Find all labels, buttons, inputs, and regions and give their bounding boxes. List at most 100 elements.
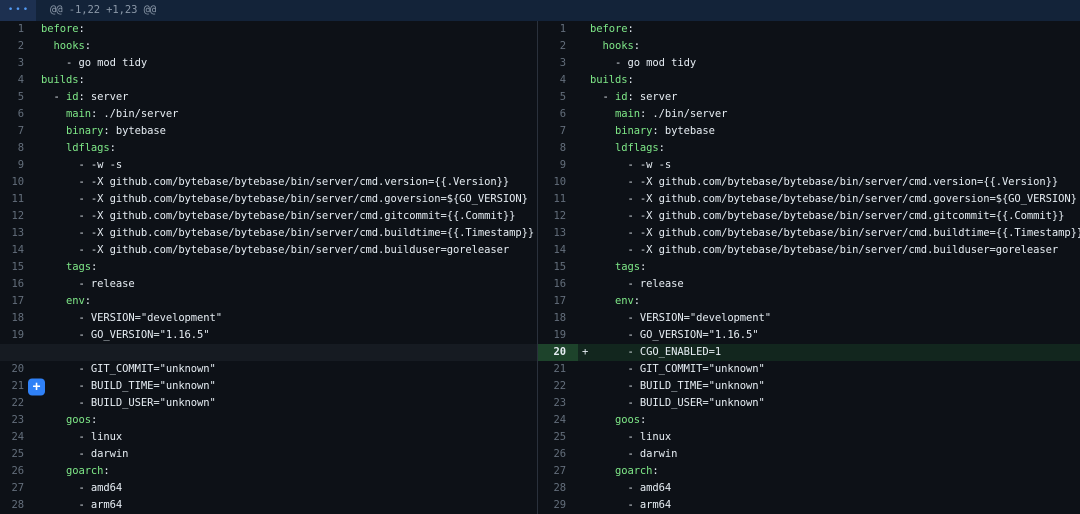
line-number[interactable]: 1 (538, 21, 578, 38)
code-text: : (627, 74, 633, 86)
line-number[interactable]: 25 (0, 446, 36, 463)
line-number[interactable]: 5 (538, 89, 578, 106)
add-comment-button[interactable]: + (28, 378, 45, 395)
line-number[interactable]: 24 (538, 412, 578, 429)
line-number[interactable]: 19 (0, 327, 36, 344)
code-text: - BUILD_USER="unknown" (41, 397, 216, 409)
line-number[interactable]: 18 (0, 310, 36, 327)
code-line: hooks: (578, 38, 1080, 55)
line-number[interactable]: 10 (538, 174, 578, 191)
line-number[interactable]: 15 (538, 259, 578, 276)
line-number[interactable]: 10 (0, 174, 36, 191)
expand-hunk-button[interactable]: ••• (0, 0, 36, 21)
line-number[interactable]: 2 (0, 38, 36, 55)
code-line: - darwin (36, 446, 537, 463)
code-line: - VERSION="development" (578, 310, 1080, 327)
code-line: - -X github.com/bytebase/bytebase/bin/se… (36, 242, 537, 259)
line-number[interactable]: 4 (0, 72, 36, 89)
line-number[interactable]: 22 (0, 395, 36, 412)
diff-row: 18 - VERSION="development" (538, 310, 1080, 327)
code-text: : bytebase (652, 125, 714, 137)
diff-row: 22 - BUILD_USER="unknown" (0, 395, 537, 412)
yaml-key: ldflags (615, 142, 659, 154)
line-number[interactable]: 13 (0, 225, 36, 242)
line-number[interactable]: 13 (538, 225, 578, 242)
line-number[interactable]: 28 (538, 480, 578, 497)
yaml-key: env (615, 295, 634, 307)
line-number[interactable]: 12 (538, 208, 578, 225)
line-number[interactable]: 2 (538, 38, 578, 55)
line-number[interactable]: 8 (0, 140, 36, 157)
line-number[interactable]: 27 (538, 463, 578, 480)
line-number[interactable]: 11 (0, 191, 36, 208)
code-line: - -w -s (36, 157, 537, 174)
line-number[interactable]: 22 (538, 378, 578, 395)
line-number[interactable]: 23 (538, 395, 578, 412)
diff-row: 11 - -X github.com/bytebase/bytebase/bin… (0, 191, 537, 208)
code-text: - -X github.com/bytebase/bytebase/bin/se… (41, 227, 534, 239)
code-line: main: ./bin/server (578, 106, 1080, 123)
diff-row: 14 - -X github.com/bytebase/bytebase/bin… (538, 242, 1080, 259)
code-line: - -X github.com/bytebase/bytebase/bin/se… (578, 174, 1080, 191)
line-number[interactable]: 21 (538, 361, 578, 378)
line-number[interactable]: 5 (0, 89, 36, 106)
line-number[interactable]: 18 (538, 310, 578, 327)
diff-row: 6 main: ./bin/server (0, 106, 537, 123)
code-line: - arm64 (578, 497, 1080, 514)
line-number[interactable]: 17 (0, 293, 36, 310)
code-text: : (91, 414, 97, 426)
line-number[interactable]: 23 (0, 412, 36, 429)
line-number[interactable]: 19 (538, 327, 578, 344)
code-line: - GIT_COMMIT="unknown" (578, 361, 1080, 378)
line-number[interactable]: 3 (538, 55, 578, 72)
line-number[interactable]: 15 (0, 259, 36, 276)
line-number[interactable]: 20 (0, 361, 36, 378)
line-number[interactable]: 6 (538, 106, 578, 123)
code-line: - BUILD_USER="unknown" (578, 395, 1080, 412)
code-line: goarch: (36, 463, 537, 480)
yaml-key: main (615, 108, 640, 120)
line-number[interactable]: 7 (0, 123, 36, 140)
line-number[interactable]: 7 (538, 123, 578, 140)
code-text: - arm64 (41, 499, 122, 511)
line-number[interactable]: 26 (0, 463, 36, 480)
code-text: - -X github.com/bytebase/bytebase/bin/se… (41, 176, 509, 188)
line-number[interactable]: 29 (538, 497, 578, 514)
yaml-key: binary (66, 125, 103, 137)
code-text: : (78, 74, 84, 86)
added-marker: + (582, 344, 588, 361)
line-number[interactable]: 4 (538, 72, 578, 89)
yaml-key: goarch (615, 465, 652, 477)
line-number[interactable]: 17 (538, 293, 578, 310)
line-number[interactable]: 20 (538, 344, 578, 361)
line-number[interactable]: 25 (538, 429, 578, 446)
line-number[interactable]: 6 (0, 106, 36, 123)
diff-pane-old: 1before:2 hooks:3 - go mod tidy4builds:5… (0, 21, 537, 514)
line-number[interactable]: 24 (0, 429, 36, 446)
line-number[interactable]: 12 (0, 208, 36, 225)
yaml-key: main (66, 108, 91, 120)
line-number[interactable]: 3 (0, 55, 36, 72)
line-number[interactable]: 11 (538, 191, 578, 208)
code-line: env: (578, 293, 1080, 310)
yaml-key: goos (615, 414, 640, 426)
line-number[interactable]: 26 (538, 446, 578, 463)
line-number[interactable]: 16 (538, 276, 578, 293)
line-number[interactable]: 28 (0, 497, 36, 514)
code-line: binary: bytebase (578, 123, 1080, 140)
yaml-key: binary (615, 125, 652, 137)
code-line: - -X github.com/bytebase/bytebase/bin/se… (578, 225, 1080, 242)
diff-row: 15 tags: (0, 259, 537, 276)
code-text: - arm64 (590, 499, 671, 511)
code-line: goarch: (578, 463, 1080, 480)
line-number[interactable]: 8 (538, 140, 578, 157)
line-number[interactable]: 1 (0, 21, 36, 38)
code-line: builds: (36, 72, 537, 89)
code-line: ldflags: (578, 140, 1080, 157)
line-number[interactable]: 14 (538, 242, 578, 259)
line-number[interactable]: 9 (538, 157, 578, 174)
line-number[interactable]: 27 (0, 480, 36, 497)
line-number[interactable]: 14 (0, 242, 36, 259)
line-number[interactable]: 9 (0, 157, 36, 174)
line-number[interactable]: 16 (0, 276, 36, 293)
